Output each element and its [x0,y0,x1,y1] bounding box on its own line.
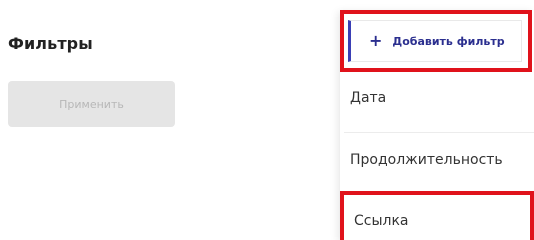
filters-page: Фильтры Применить + Добавить фильтр Дата… [0,0,534,240]
filter-option-date[interactable]: Дата [350,90,534,106]
add-filter-label: Добавить фильтр [392,34,505,48]
apply-button[interactable]: Применить [8,81,175,127]
filter-option-link[interactable]: Ссылка [340,191,534,240]
add-filter-button[interactable]: + Добавить фильтр [340,10,532,72]
filter-option-duration[interactable]: Продолжительность [350,152,534,168]
add-filter-inner: + Добавить фильтр [348,20,522,62]
plus-icon: + [369,31,383,50]
filters-title: Фильтры [8,34,93,53]
filter-option-link-label: Ссылка [354,213,409,229]
divider [344,132,534,133]
